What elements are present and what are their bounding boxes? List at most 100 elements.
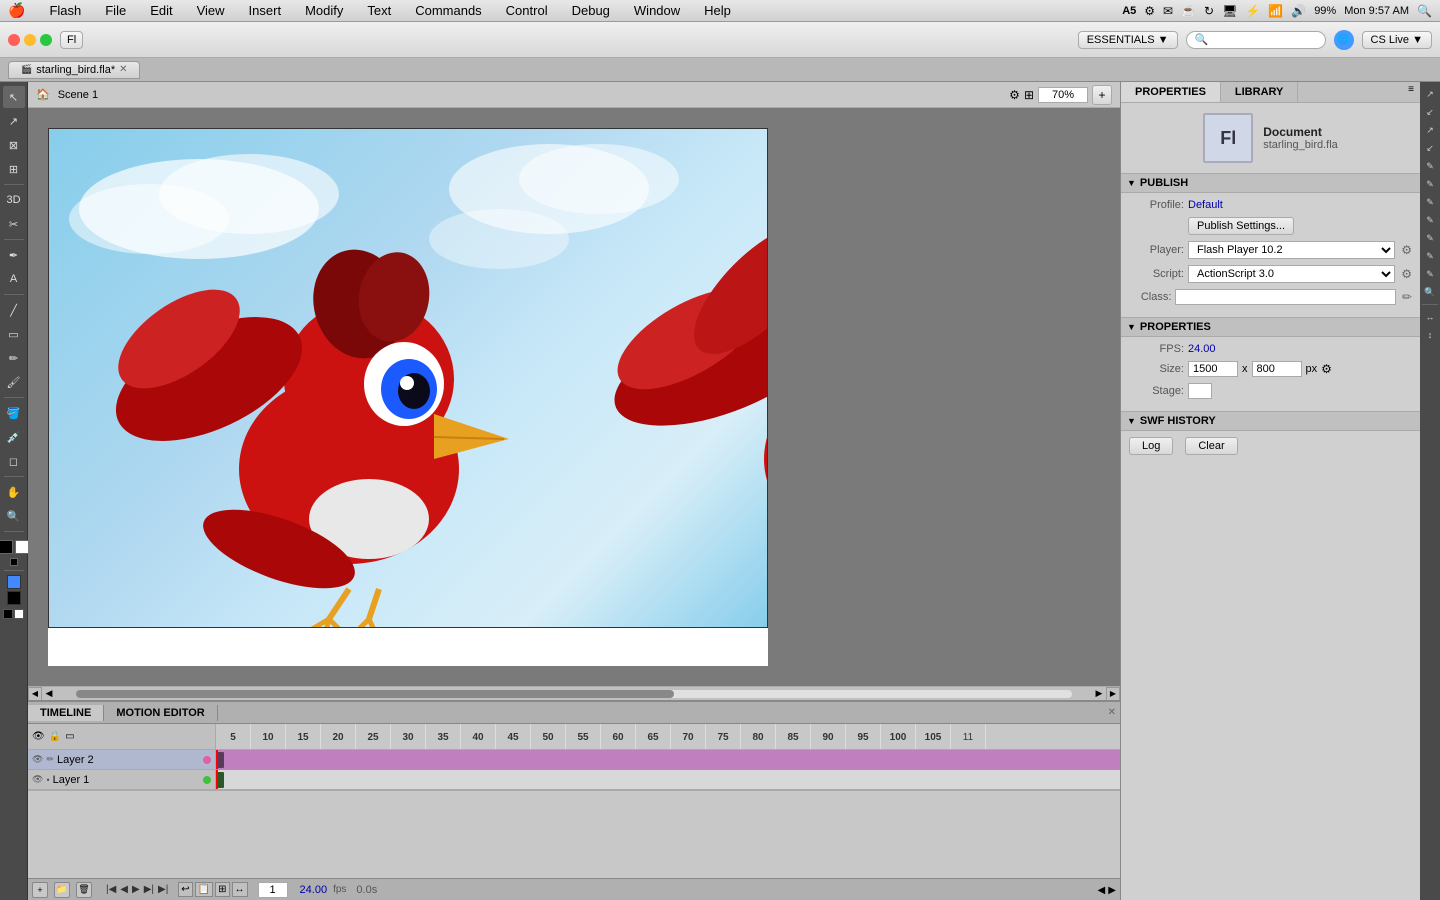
frame-tool-4[interactable]: ↔ xyxy=(232,882,248,897)
timeline-tab[interactable]: TIMELINE xyxy=(28,705,104,721)
menu-window[interactable]: Window xyxy=(630,3,684,18)
menu-text[interactable]: Text xyxy=(363,3,395,18)
scroll-left-arrow[interactable]: ◀ xyxy=(42,687,56,701)
browser-icon[interactable]: 🌐 xyxy=(1334,30,1354,50)
rt-tool-10[interactable]: ✎ xyxy=(1422,248,1438,264)
subselect-tool[interactable]: ↗ xyxy=(3,110,25,132)
gradient-tool[interactable]: ⊞ xyxy=(3,158,25,180)
paint-bucket-tool[interactable]: 🪣 xyxy=(3,402,25,424)
frame-tool-3[interactable]: ⊞ xyxy=(215,882,229,897)
layer-1-dot[interactable]: • xyxy=(46,775,49,785)
stage-color-picker[interactable] xyxy=(1188,383,1212,399)
close-button[interactable] xyxy=(8,34,20,46)
log-button[interactable]: Log xyxy=(1129,437,1173,455)
rt-tool-4[interactable]: ↙ xyxy=(1422,140,1438,156)
swap-colors[interactable] xyxy=(10,558,18,566)
essentials-dropdown[interactable]: ESSENTIALS ▼ xyxy=(1078,31,1178,49)
layer-2-lock[interactable]: ✏ xyxy=(46,754,54,765)
panel-collapse-button[interactable]: ≡ xyxy=(1402,82,1420,102)
stroke-color[interactable] xyxy=(0,540,13,554)
menu-flash[interactable]: Flash xyxy=(45,3,85,18)
menu-help[interactable]: Help xyxy=(700,3,735,18)
text-tool[interactable]: A xyxy=(3,268,25,290)
scroll-right-arrow[interactable]: ▶ xyxy=(1092,687,1106,701)
rt-tool-3[interactable]: ↗ xyxy=(1422,122,1438,138)
layer-2-eye[interactable]: 👁 xyxy=(32,754,43,765)
rt-tool-5[interactable]: ✎ xyxy=(1422,158,1438,174)
scroll-left-button[interactable]: ◀ xyxy=(28,687,42,701)
horizontal-scrollbar[interactable]: ◀ ◀ ▶ ▶ xyxy=(28,686,1120,700)
rt-tool-12[interactable]: 🔍 xyxy=(1422,284,1438,300)
mini-swatch-black[interactable] xyxy=(3,609,13,619)
class-input[interactable] xyxy=(1175,289,1396,305)
rt-tool-6[interactable]: ✎ xyxy=(1422,176,1438,192)
step-back-button[interactable]: ◀ xyxy=(120,884,128,895)
fps-value-display[interactable]: 24.00 xyxy=(1188,343,1216,355)
player-settings-icon[interactable]: ⚙ xyxy=(1401,243,1412,257)
frame-tool-2[interactable]: 📋 xyxy=(195,882,213,897)
empty-timeline-space[interactable] xyxy=(28,790,1120,791)
black-color-swatch[interactable] xyxy=(7,591,21,605)
canvas-wrapper[interactable] xyxy=(28,108,1120,686)
canvas-fullscreen-icon[interactable]: ⊞ xyxy=(1024,88,1034,102)
frame-tool-1[interactable]: ↩ xyxy=(178,882,192,897)
rt-tool-9[interactable]: ✎ xyxy=(1422,230,1438,246)
layer-2-info[interactable]: 👁 ✏ Layer 2 xyxy=(28,750,216,769)
timeline-close-button[interactable]: ✕ xyxy=(1108,707,1116,718)
menu-modify[interactable]: Modify xyxy=(301,3,347,18)
timeline-scroll-left[interactable]: ◀ xyxy=(1098,885,1106,896)
layer-1-eye[interactable]: 👁 xyxy=(32,774,43,785)
zoom-in-button[interactable]: + xyxy=(1092,85,1112,105)
fill-color[interactable] xyxy=(15,540,29,554)
timeline-scroll-right[interactable]: ▶ xyxy=(1108,885,1116,896)
size-settings-icon[interactable]: ⚙ xyxy=(1321,362,1332,376)
hand-tool[interactable]: ✋ xyxy=(3,481,25,503)
clear-button[interactable]: Clear xyxy=(1185,437,1237,455)
menu-edit[interactable]: Edit xyxy=(146,3,176,18)
profile-value[interactable]: Default xyxy=(1188,199,1223,211)
rt-tool-2[interactable]: ↙ xyxy=(1422,104,1438,120)
tab-close-button[interactable]: ✕ xyxy=(119,64,127,75)
mini-swatch-white[interactable] xyxy=(14,609,24,619)
props-section-header[interactable]: ▼ PROPERTIES xyxy=(1121,317,1420,337)
minimize-button[interactable] xyxy=(24,34,36,46)
scene-label[interactable]: Scene 1 xyxy=(58,89,98,101)
play-button[interactable]: ▶ xyxy=(132,884,140,895)
select-tool[interactable]: ↖ xyxy=(3,86,25,108)
new-folder-button[interactable]: 📁 xyxy=(54,882,70,898)
delete-layer-button[interactable]: 🗑 xyxy=(76,882,92,898)
layer-2-name[interactable]: Layer 2 xyxy=(57,754,200,766)
layer-1-frames[interactable] xyxy=(216,770,1120,789)
stage-canvas[interactable] xyxy=(48,128,768,666)
3d-tool[interactable]: 3D xyxy=(3,189,25,211)
width-input[interactable] xyxy=(1188,361,1238,377)
line-tool[interactable]: ╱ xyxy=(3,299,25,321)
swf-history-section-header[interactable]: ▼ SWF HISTORY xyxy=(1121,411,1420,431)
outline-icon[interactable]: ▭ xyxy=(65,731,74,742)
rt-tool-11[interactable]: ✎ xyxy=(1422,266,1438,282)
rt-tool-14[interactable]: ↕ xyxy=(1422,327,1438,343)
search-input[interactable] xyxy=(1186,31,1326,49)
free-transform-tool[interactable]: ⊠ xyxy=(3,134,25,156)
scrollbar-thumb[interactable] xyxy=(76,690,674,698)
document-tab[interactable]: 🎬 starling_bird.fla* ✕ xyxy=(8,61,140,79)
lock-icon[interactable]: 🔒 xyxy=(49,731,61,742)
step-forward-button[interactable]: ▶| xyxy=(144,884,154,895)
scrollbar-track[interactable] xyxy=(76,690,1072,698)
go-to-end-button[interactable]: ▶| xyxy=(158,884,168,895)
search-icon[interactable]: 🔍 xyxy=(1417,4,1432,18)
menu-control[interactable]: Control xyxy=(502,3,552,18)
rt-tool-7[interactable]: ✎ xyxy=(1422,194,1438,210)
brush-tool[interactable]: 🖌 xyxy=(3,371,25,393)
height-input[interactable] xyxy=(1252,361,1302,377)
menu-commands[interactable]: Commands xyxy=(411,3,485,18)
lasso-tool[interactable]: ✂ xyxy=(3,213,25,235)
script-settings-icon[interactable]: ⚙ xyxy=(1401,267,1412,281)
layer-1-info[interactable]: 👁 • Layer 1 xyxy=(28,770,216,789)
menu-insert[interactable]: Insert xyxy=(245,3,286,18)
flash-home-button[interactable]: Fl xyxy=(60,31,83,49)
player-select[interactable]: Flash Player 10.2 Flash Player 10.1 Flas… xyxy=(1188,241,1395,259)
blue-color-swatch[interactable] xyxy=(7,575,21,589)
fps-display[interactable]: 24.00 xyxy=(300,884,328,896)
rt-tool-1[interactable]: ↗ xyxy=(1422,86,1438,102)
